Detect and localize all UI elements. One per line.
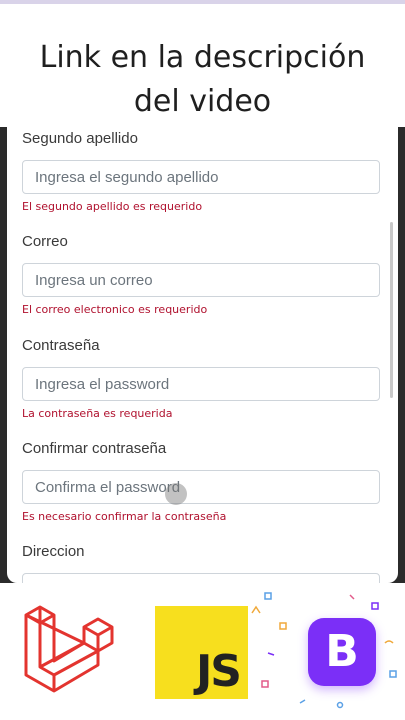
bootstrap-logo-text: B (325, 626, 359, 677)
confirmar-contrasena-input[interactable]: Confirma el password (22, 470, 380, 504)
field-confirmar-contrasena: Confirmar contraseña Confirma el passwor… (22, 440, 380, 523)
field-direccion: Direccion (22, 543, 380, 583)
field-correo: Correo Ingresa un correo El correo elect… (22, 233, 380, 316)
segundo-apellido-input[interactable]: Ingresa el segundo apellido (22, 160, 380, 194)
registration-form: Segundo apellido Ingresa el segundo apel… (7, 127, 398, 583)
phone-frame: Segundo apellido Ingresa el segundo apel… (0, 127, 405, 583)
field-label: Correo (22, 233, 68, 250)
scrollbar[interactable] (390, 222, 393, 398)
correo-input[interactable]: Ingresa un correo (22, 263, 380, 297)
contrasena-input[interactable]: Ingresa el password (22, 367, 380, 401)
bootstrap-logo: B (308, 618, 376, 686)
video-headline: Link en la descripción del video (0, 36, 405, 124)
direccion-input[interactable] (22, 573, 380, 583)
field-contrasena: Contraseña Ingresa el password La contra… (22, 337, 380, 420)
headline-line-1: Link en la descripción (39, 40, 366, 75)
field-label: Contraseña (22, 337, 100, 354)
validation-error: El correo electronico es requerido (22, 303, 208, 316)
top-strip (0, 0, 405, 4)
field-label: Direccion (22, 543, 85, 560)
logo-banner: JS B (0, 583, 405, 720)
validation-error: El segundo apellido es requerido (22, 200, 203, 213)
validation-error: Es necesario confirmar la contraseña (22, 510, 227, 523)
field-label: Segundo apellido (22, 130, 138, 147)
touch-indicator (165, 483, 187, 505)
validation-error: La contraseña es requerida (22, 407, 173, 420)
headline-line-2: del video (133, 84, 272, 119)
field-label: Confirmar contraseña (22, 440, 167, 457)
field-segundo-apellido: Segundo apellido Ingresa el segundo apel… (22, 130, 380, 213)
